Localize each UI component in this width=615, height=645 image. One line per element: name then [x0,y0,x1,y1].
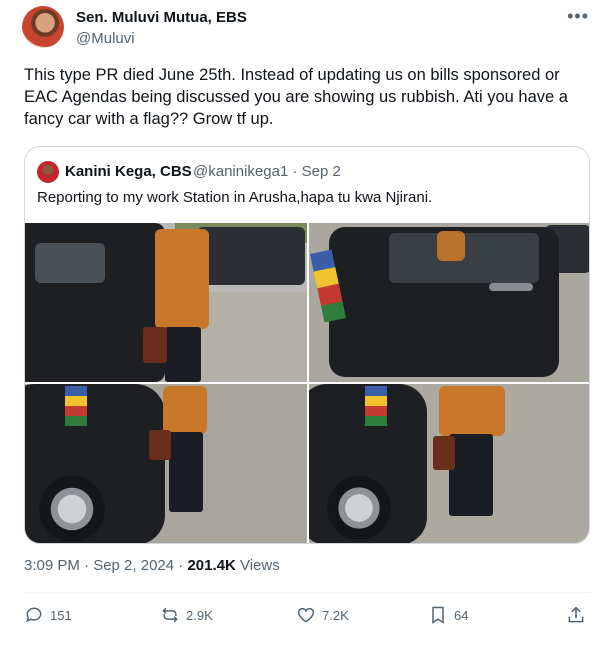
wheel [39,476,105,542]
bookmark-icon [432,606,444,624]
bookmark-count: 64 [454,607,469,623]
views-label: Views [235,557,280,574]
photo-3[interactable] [25,384,307,543]
bookmark-button[interactable]: 64 [428,605,468,625]
reply-icon [26,607,42,623]
more-horizontal-icon[interactable]: ••• [567,6,589,27]
person-shirt [439,386,505,436]
repost-count: 2.9K [186,607,213,623]
share-icon [568,606,584,623]
share-button[interactable] [566,605,586,625]
photo-1[interactable] [25,223,307,382]
person-shirt [155,229,209,329]
quoted-tweet-text: Reporting to my work Station in Arusha,h… [37,189,433,206]
door-handle [489,283,533,291]
person-shirt [163,386,207,434]
repost-icon [162,607,178,623]
flag [365,386,387,426]
person-pants [165,327,201,382]
tweet-text: This type PR died June 25th. Instead of … [24,66,568,128]
divider [24,592,591,593]
tweet: Sen. Muluvi Mutua, EBS @Muluvi ••• This … [0,0,615,645]
action-bar: 151 2.9K 7.2K 64 [24,605,590,631]
quoted-author-name[interactable]: Kanini Kega, CBS [65,163,192,180]
heart-icon [297,607,315,623]
quoted-tweet[interactable]: Kanini Kega, CBS @kaninikega1 · Sep 2 Re… [24,146,590,544]
reflection-shirt [437,231,465,261]
reply-button[interactable]: 151 [24,605,72,625]
background-car [197,227,305,285]
reply-count: 151 [50,607,72,623]
flag [65,386,87,426]
person-pants [169,432,203,512]
tweet-meta: 3:09 PM · Sep 2, 2024 · 201.4K Views [24,557,280,574]
photo-grid [25,223,589,543]
wheel [327,476,391,540]
author-name[interactable]: Sen. Muluvi Mutua, EBS [76,9,247,26]
car-window [35,243,105,283]
photo-2[interactable] [309,223,589,382]
briefcase [143,327,167,363]
repost-button[interactable]: 2.9K [160,605,213,625]
person-pants [449,434,493,516]
timestamp[interactable]: 3:09 PM · Sep 2, 2024 · [24,557,187,574]
quoted-author-handle[interactable]: @kaninikega1 · Sep 2 [193,163,341,180]
quoted-avatar[interactable] [37,161,59,183]
briefcase [433,436,455,470]
photo-4[interactable] [309,384,589,543]
avatar[interactable] [22,6,64,48]
briefcase [149,430,171,460]
author-handle[interactable]: @Muluvi [76,30,135,47]
view-count: 201.4K [187,557,236,574]
like-count: 7.2K [322,607,349,623]
like-button[interactable]: 7.2K [296,605,349,625]
